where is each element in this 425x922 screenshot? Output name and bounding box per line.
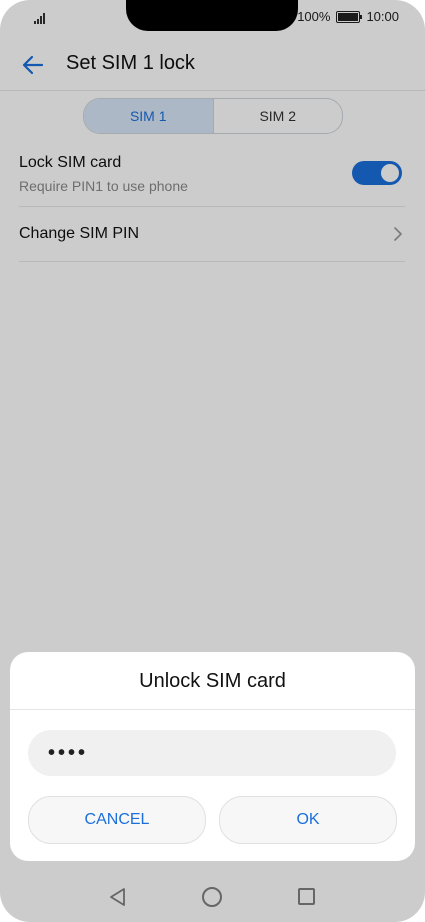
nav-back-icon[interactable] (108, 887, 128, 907)
phone-screen: 100% 10:00 Set SIM 1 lock SIM 1 SIM 2 Lo… (0, 0, 425, 922)
nav-home-icon[interactable] (202, 887, 222, 907)
cancel-button[interactable]: CANCEL (28, 796, 206, 844)
navigation-bar (0, 875, 425, 922)
unlock-sim-dialog: Unlock SIM card •••• CANCEL OK (10, 652, 415, 861)
ok-button[interactable]: OK (219, 796, 397, 844)
pin-input[interactable]: •••• (28, 730, 396, 776)
nav-recents-icon[interactable] (298, 888, 315, 905)
dialog-title: Unlock SIM card (139, 670, 286, 692)
dialog-divider (10, 709, 415, 710)
pin-value: •••• (48, 742, 89, 764)
